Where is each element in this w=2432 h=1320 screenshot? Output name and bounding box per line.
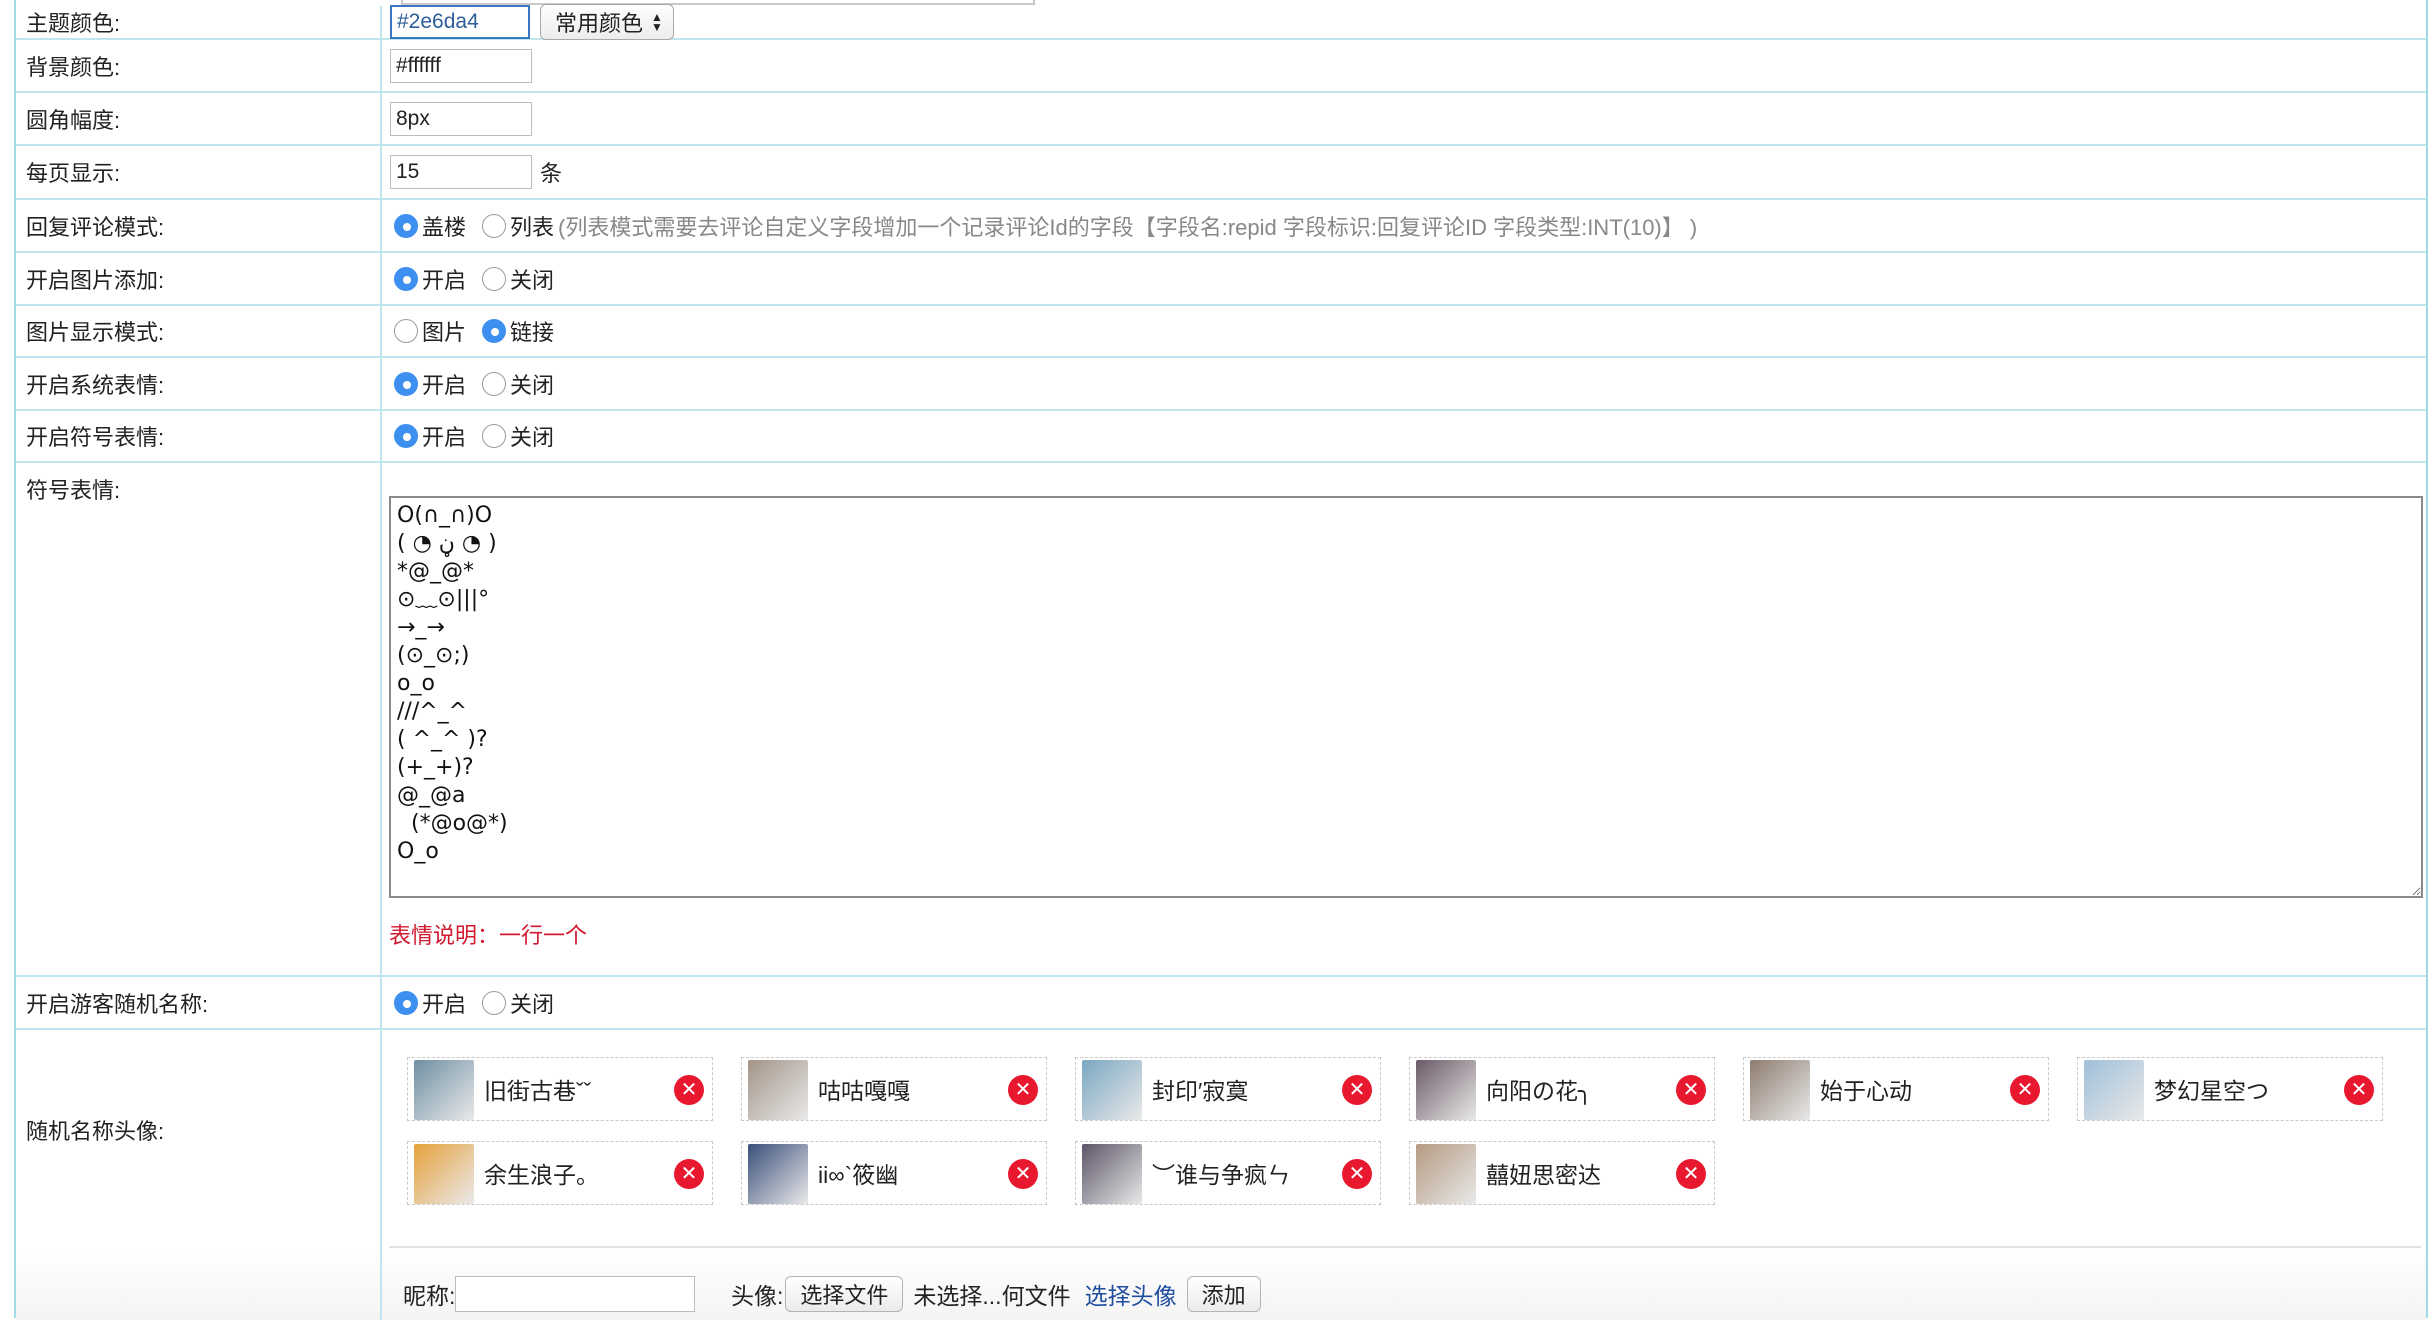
avatar-name: 始于心动 xyxy=(1820,1078,1912,1104)
img-add-radio-off[interactable] xyxy=(482,266,507,291)
avatar-card: 咕咕嘎嘎 ✕ xyxy=(741,1057,1047,1121)
avatar-label: 头像: xyxy=(731,1283,784,1309)
guest-name-radio-off[interactable] xyxy=(482,990,507,1015)
delete-icon[interactable]: ✕ xyxy=(2344,1075,2374,1105)
nick-label: 昵称: xyxy=(403,1283,456,1309)
row-sys-emoji: 开启系统表情: 开启 关闭 xyxy=(16,358,2426,411)
row-per-page: 每页显示: 条 xyxy=(16,146,2426,200)
avatar-card: 囍妞思密达 ✕ xyxy=(1409,1141,1715,1205)
avatar-card: 始于心动 ✕ xyxy=(1743,1057,2049,1121)
avatar-image xyxy=(2084,1060,2144,1120)
delete-icon[interactable]: ✕ xyxy=(1342,1159,1372,1189)
delete-icon[interactable]: ✕ xyxy=(1008,1159,1038,1189)
row-guest-name: 开启游客随机名称: 开启 关闭 xyxy=(16,977,2426,1030)
avatar-card: ii∞`筱幽 ✕ xyxy=(741,1141,1047,1205)
label-emoji-text: 符号表情: xyxy=(26,478,121,503)
row-bg-color: 背景颜色: xyxy=(16,40,2426,93)
label-guest-name: 开启游客随机名称: xyxy=(26,991,209,1017)
avatar-image xyxy=(748,1144,808,1204)
emoji-note: 表情说明：一行一个 xyxy=(389,923,588,948)
avatar-card: 旧街古巷ˇˇ ✕ xyxy=(407,1057,713,1121)
row-reply-mode: 回复评论模式: 盖楼 列表 (列表模式需要去评论自定义字段增加一个记录评论Id的… xyxy=(16,200,2426,253)
choose-file-button[interactable]: 选择文件 xyxy=(785,1276,904,1312)
sys-emoji-radio-on[interactable] xyxy=(394,371,418,396)
avatar-card: 梦幻星空つ ✕ xyxy=(2077,1057,2383,1121)
avatar-name: 梦幻星空つ xyxy=(2154,1078,2269,1104)
per-page-input[interactable] xyxy=(390,155,532,189)
label-avatars: 随机名称头像: xyxy=(26,1119,165,1144)
emoji-textarea[interactable] xyxy=(389,496,2423,898)
label-per-page: 每页显示: xyxy=(26,161,121,186)
img-mode-radio-image[interactable] xyxy=(394,319,418,343)
reply-mode-radio-list[interactable] xyxy=(482,213,507,238)
row-radius: 圆角幅度: xyxy=(16,93,2426,146)
row-theme-color: 主题颜色: 常用颜色 ▲▼ xyxy=(16,4,2426,40)
avatar-name: ii∞`筱幽 xyxy=(818,1162,899,1188)
avatar-name: 封印′寂寞 xyxy=(1152,1078,1249,1104)
sym-emoji-radio-off[interactable] xyxy=(482,424,507,448)
add-avatar-form: 昵称: 头像: 选择文件 未选择...何文件 选择头像 添加 xyxy=(389,1246,2421,1320)
avatar-image xyxy=(1416,1144,1476,1204)
avatar-image xyxy=(414,1144,474,1204)
row-img-mode: 图片显示模式: 图片 链接 xyxy=(16,306,2426,358)
avatar-card: ︶谁与争疯ㄣ ✕ xyxy=(1075,1141,1381,1205)
avatar-image xyxy=(414,1060,474,1120)
label-bg-color: 背景颜色: xyxy=(26,54,121,80)
avatar-card: 向阳の花╮ ✕ xyxy=(1409,1057,1715,1121)
delete-icon[interactable]: ✕ xyxy=(674,1075,704,1105)
label-theme-color: 主题颜色: xyxy=(26,11,121,36)
avatar-image xyxy=(1082,1144,1142,1204)
label-img-add: 开启图片添加: xyxy=(26,267,165,293)
label-img-mode: 图片显示模式: xyxy=(26,320,165,345)
avatar-name: 向阳の花╮ xyxy=(1486,1078,1592,1104)
guest-name-radio-on[interactable] xyxy=(394,990,418,1015)
img-mode-radio-link[interactable] xyxy=(482,319,507,343)
theme-color-input[interactable] xyxy=(390,5,530,39)
nick-input[interactable] xyxy=(455,1276,696,1312)
label-sys-emoji: 开启系统表情: xyxy=(26,372,165,398)
bg-color-input[interactable] xyxy=(390,48,532,83)
sys-emoji-radio-off[interactable] xyxy=(482,371,507,396)
reply-mode-radio-floor[interactable] xyxy=(394,213,418,238)
per-page-unit: 条 xyxy=(540,161,563,186)
add-button[interactable]: 添加 xyxy=(1186,1276,1261,1312)
avatar-image xyxy=(1082,1060,1142,1120)
reply-mode-hint: (列表模式需要去评论自定义字段增加一个记录评论Id的字段【字段名:repid 字… xyxy=(558,214,1698,240)
label-sym-emoji: 开启符号表情: xyxy=(26,425,165,450)
avatar-name: 咕咕嘎嘎 xyxy=(818,1078,910,1104)
avatar-card: 余生浪子。 ✕ xyxy=(407,1141,713,1205)
avatar-image xyxy=(1416,1060,1476,1120)
delete-icon[interactable]: ✕ xyxy=(2010,1075,2040,1105)
avatar-image xyxy=(748,1060,808,1120)
delete-icon[interactable]: ✕ xyxy=(1676,1075,1706,1105)
no-file-text: 未选择...何文件 xyxy=(913,1283,1071,1309)
common-color-select[interactable]: 常用颜色 ▲ ▼ xyxy=(540,4,674,40)
delete-icon[interactable]: ✕ xyxy=(674,1159,704,1189)
img-add-radio-on[interactable] xyxy=(394,266,418,291)
avatar-name: 余生浪子。 xyxy=(484,1162,599,1188)
avatar-name: ︶谁与争疯ㄣ xyxy=(1152,1162,1290,1188)
choose-avatar-link[interactable]: 选择头像 xyxy=(1085,1277,1177,1311)
label-radius: 圆角幅度: xyxy=(26,107,121,133)
delete-icon[interactable]: ✕ xyxy=(1008,1075,1038,1105)
delete-icon[interactable]: ✕ xyxy=(1676,1159,1706,1189)
row-sym-emoji: 开启符号表情: 开启 关闭 xyxy=(16,411,2426,463)
label-reply-mode: 回复评论模式: xyxy=(26,214,165,240)
avatar-name: 旧街古巷ˇˇ xyxy=(484,1078,592,1104)
row-img-add: 开启图片添加: 开启 关闭 xyxy=(16,253,2426,306)
avatar-image xyxy=(1750,1060,1810,1120)
select-arrows-icon: ▲ ▼ xyxy=(651,10,663,34)
avatar-name: 囍妞思密达 xyxy=(1486,1162,1601,1188)
radius-input[interactable] xyxy=(390,101,532,136)
avatar-card: 封印′寂寞 ✕ xyxy=(1075,1057,1381,1121)
delete-icon[interactable]: ✕ xyxy=(1342,1075,1372,1105)
sym-emoji-radio-on[interactable] xyxy=(394,424,418,448)
